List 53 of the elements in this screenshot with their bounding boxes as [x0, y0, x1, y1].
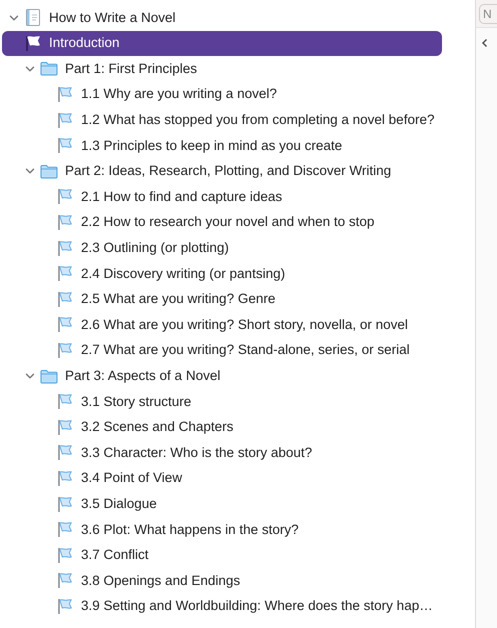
flag-icon [57, 418, 73, 436]
binder-item[interactable]: 1.1 Why are you writing a novel? [2, 82, 442, 108]
binder-item[interactable]: How to Write a Novel [2, 5, 442, 31]
binder-item[interactable]: 3.2 Scenes and Chapters [2, 414, 442, 440]
chevron-icon[interactable] [25, 64, 35, 74]
binder-item[interactable]: 3.8 Openings and Endings [2, 568, 442, 594]
binder-item[interactable]: 3.1 Story structure [2, 388, 442, 414]
binder-item[interactable]: 1.2 What has stopped you from completing a novel before? [2, 107, 442, 133]
flag-icon [57, 188, 73, 206]
binder-item[interactable]: 2.3 Outlining (or plotting) [2, 235, 442, 261]
binder-item[interactable]: 1.3 Principles to keep in mind as you create [2, 132, 442, 159]
document-icon [26, 9, 40, 26]
flag-icon [57, 137, 73, 154]
flag-icon [57, 598, 73, 615]
chevron-left-icon[interactable] [481, 38, 488, 48]
flag-icon [57, 112, 73, 129]
flag-icon [57, 393, 73, 410]
chevron-icon[interactable] [25, 166, 35, 176]
binder-item[interactable]: Introduction [2, 30, 442, 56]
binder-item[interactable]: Part 1: First Principles [2, 56, 442, 82]
binder-item[interactable]: 3.6 Plot: What happens in the story? [2, 516, 442, 542]
flag-icon [57, 470, 73, 487]
folder-icon [40, 368, 58, 384]
flag-icon [57, 290, 73, 308]
binder-item[interactable]: Part 2: Ideas, Research, Plotting, and Discover Writing [2, 158, 442, 184]
binder-item[interactable]: 2.5 What are you writing? Genre [2, 286, 442, 312]
binder-item[interactable]: Part 3: Aspects of a Novel [2, 363, 442, 389]
binder-item[interactable]: 3.9 Setting and Worldbuilding: Where does the story hap… [2, 594, 442, 620]
folder-icon [40, 164, 58, 179]
flag-icon [57, 572, 73, 590]
flag-icon [25, 34, 41, 52]
flag-icon [57, 86, 73, 104]
binder-item[interactable]: 2.1 How to find and capture ideas [2, 184, 442, 210]
flag-icon [57, 496, 73, 513]
chevron-icon[interactable] [25, 371, 35, 382]
flag-icon [57, 214, 73, 232]
flag-icon [57, 265, 73, 282]
binder-item[interactable]: 2.4 Discovery writing (or pantsing) [2, 260, 442, 287]
flag-icon [57, 240, 73, 257]
binder-item[interactable]: 2.7 What are you writing? Stand-alone, series, or serial [2, 338, 442, 364]
folder-icon [40, 61, 58, 76]
flag-icon [57, 316, 73, 334]
flag-icon [57, 521, 73, 538]
binder-item[interactable]: 3.4 Point of View [2, 466, 442, 492]
flag-icon [57, 546, 73, 564]
binder-item[interactable]: 2.2 How to research your novel and when to stop [2, 210, 442, 236]
binder-item[interactable]: 2.6 What are you writing? Short story, novella, or novel [2, 312, 442, 338]
binder-item[interactable]: 3.7 Conflict [2, 542, 442, 568]
flag-icon [57, 342, 73, 360]
binder-item[interactable]: 3.3 Character: Who is the story about? [2, 440, 442, 466]
chevron-icon[interactable] [9, 12, 19, 23]
binder-item[interactable]: 3.5 Dialogue [2, 491, 442, 517]
flag-icon [57, 444, 73, 462]
